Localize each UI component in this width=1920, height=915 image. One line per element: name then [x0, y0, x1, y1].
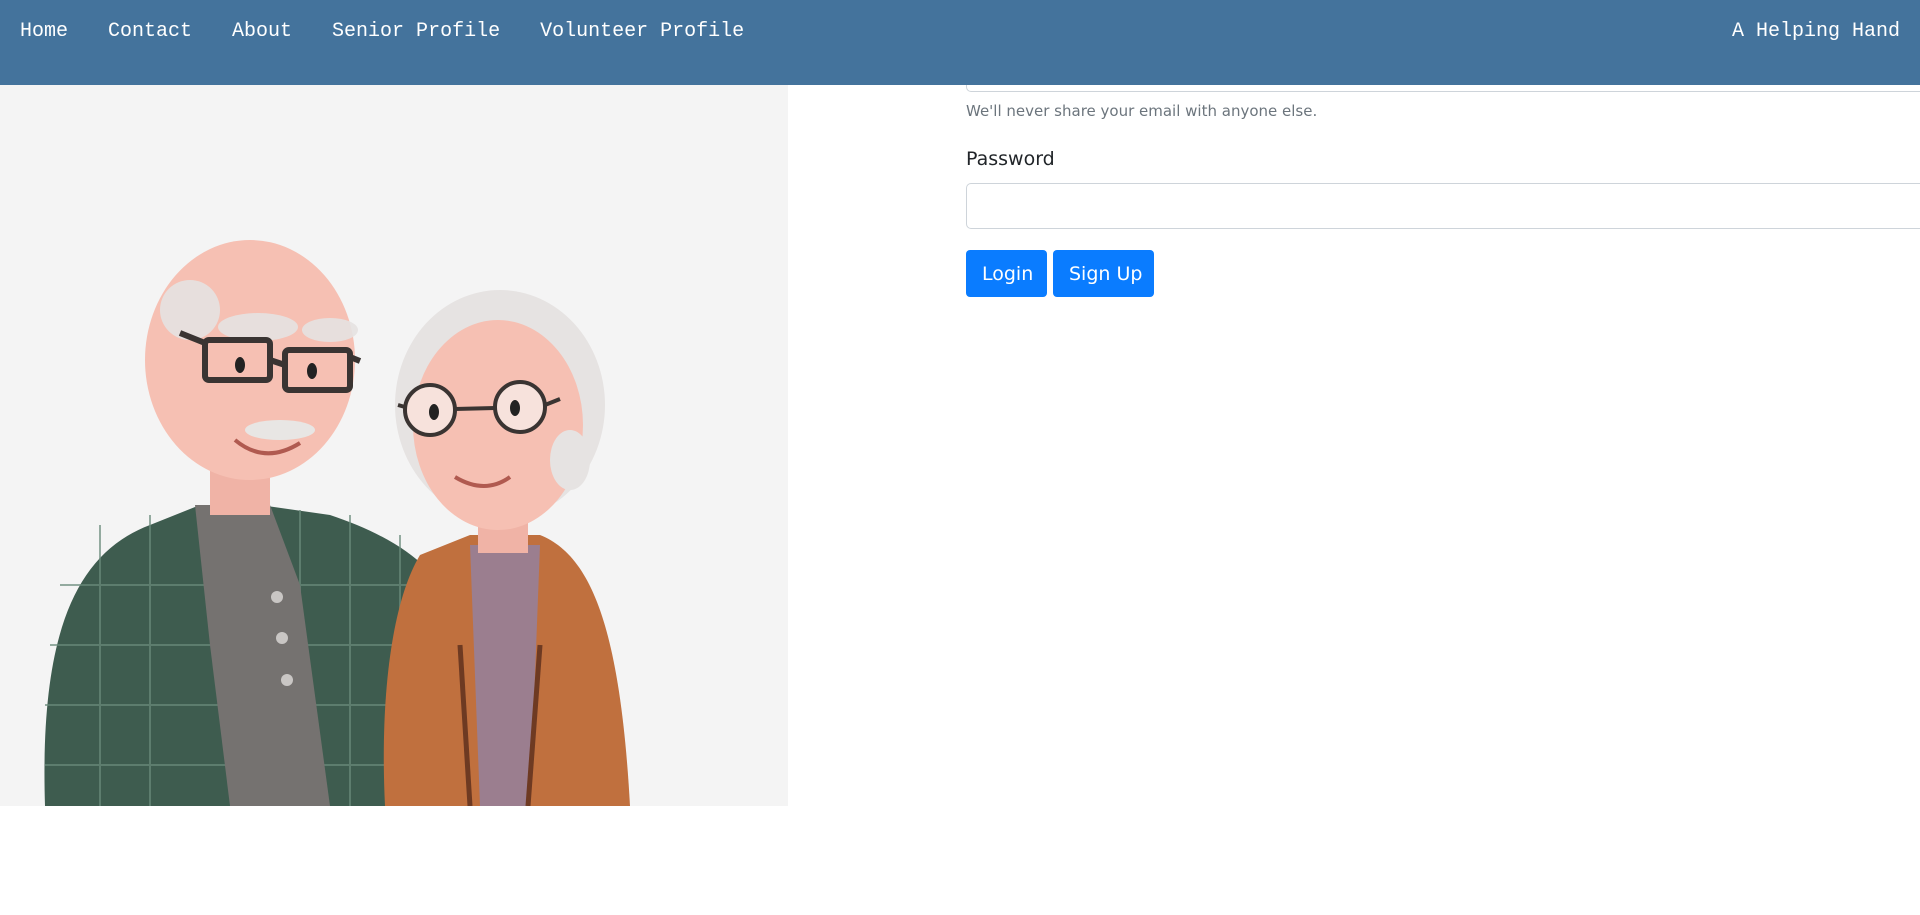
password-field[interactable]: [966, 183, 1920, 229]
nav-home-link[interactable]: Home: [20, 20, 68, 44]
top-navbar: Home Contact About Senior Profile Volunt…: [0, 0, 1920, 85]
elderly-couple-illustration: [0, 85, 788, 806]
nav-about-link[interactable]: About: [232, 20, 292, 44]
email-help-text: We'll never share your email with anyone…: [966, 102, 1318, 120]
password-label: Password: [966, 148, 1055, 170]
nav-links: Home Contact About Senior Profile Volunt…: [20, 20, 784, 44]
nav-volunteer-profile-link[interactable]: Volunteer Profile: [540, 20, 744, 44]
nav-senior-profile-link[interactable]: Senior Profile: [332, 20, 500, 44]
nav-contact-link[interactable]: Contact: [108, 20, 192, 44]
brand-title: A Helping Hand: [1731, 20, 1900, 43]
login-button[interactable]: Login: [966, 250, 1047, 297]
sign-up-button[interactable]: Sign Up: [1053, 250, 1154, 297]
